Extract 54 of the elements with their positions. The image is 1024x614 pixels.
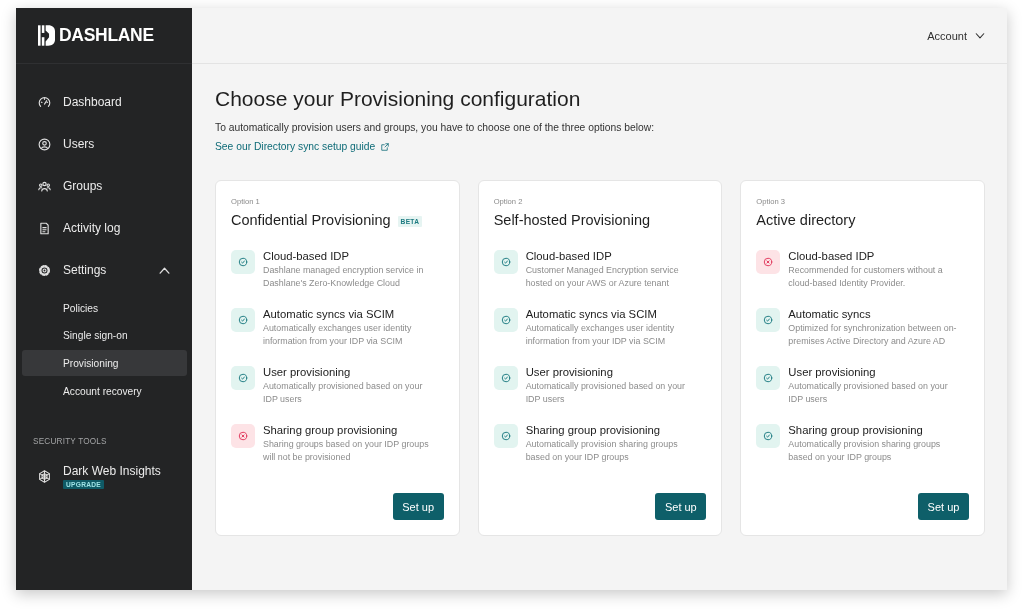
feature-description: Dashlane managed encryption service in Dashlane's Zero-Knowledge Cloud — [263, 264, 425, 290]
feature-description: Automatically provision sharing groups based on your IDP groups — [788, 438, 942, 464]
feature-title: Sharing group provisioning — [788, 423, 924, 438]
nav-item[interactable]: Settings — [16, 249, 192, 291]
feature-title: Cloud-based IDP — [263, 249, 351, 264]
set-up-button[interactable]: Set up — [392, 493, 444, 520]
feature-title: Cloud-based IDP — [525, 249, 613, 264]
brand-name: DASHLANE — [59, 25, 154, 46]
external-link-icon — [381, 143, 390, 151]
feature-description: Automatically exchanges user identity information from your IDP via SCIM — [525, 322, 676, 348]
gear-icon — [38, 263, 51, 277]
feature-description: Automatically provision sharing groups based on your IDP groups — [525, 438, 679, 464]
page-title: Choose your Provisioning configuration — [215, 86, 582, 112]
feature-description: Recommended for customers without a cloud-based Identity Provider. — [788, 264, 944, 290]
nav-item[interactable]: Groups — [16, 165, 192, 207]
intro-text: To automatically provision users and groups, you have to choose one of the three options below: — [215, 121, 656, 135]
submenu-item[interactable]: Provisioning — [22, 350, 187, 377]
submenu-item[interactable]: Policies — [22, 295, 187, 321]
logo-icon — [38, 25, 55, 46]
submenu-item[interactable]: Single sign-on — [22, 322, 187, 349]
set-up-button[interactable]: Set up — [918, 493, 969, 520]
feature-title: Sharing group provisioning — [525, 423, 662, 438]
section-heading: SECURITY TOOLS — [32, 436, 108, 446]
nav-item[interactable]: Users — [16, 123, 192, 165]
feature-description: Sharing groups based on your IDP groups will not be provisioned — [263, 438, 430, 464]
account-menu[interactable]: Account — [927, 25, 985, 46]
option-title: Confidential Provisioning — [231, 211, 391, 230]
feature-description: Customer Managed Encryption service hosted on your AWS or Azure tenant — [525, 264, 680, 290]
feature-description: Automatically exchanges user identity information from your IDP via SCIM — [263, 322, 413, 348]
feature-description: Automatically provisioned based on your IDP users — [263, 380, 424, 406]
feature-title: Automatic syncs via SCIM — [263, 307, 396, 322]
feature-title: User provisioning — [263, 365, 352, 380]
setup-guide-link[interactable]: See our Directory sync setup guide — [215, 139, 390, 155]
set-up-button[interactable]: Set up — [655, 493, 707, 520]
feature-title: Sharing group provisioning — [263, 423, 399, 438]
feature-title: Automatic syncs — [788, 307, 872, 322]
user-circle-icon — [38, 137, 51, 151]
feature-title: User provisioning — [525, 365, 614, 380]
nav-item[interactable]: Activity log — [16, 207, 192, 249]
option-title: Active directory — [756, 211, 856, 230]
feature-title: User provisioning — [788, 365, 877, 380]
chevron-down-icon — [975, 32, 985, 39]
option-title: Self-hosted Provisioning — [493, 211, 651, 230]
group-icon — [38, 179, 51, 193]
feature-description: Optimized for synchronization between on-premises Active Directory and Azure AD — [788, 322, 958, 348]
feature-title: Automatic syncs via SCIM — [525, 307, 658, 322]
nav-item[interactable]: Dashboard — [16, 81, 192, 123]
feature-description: Automatically provisioned based on your IDP users — [788, 380, 949, 406]
submenu-item[interactable]: Account recovery — [22, 378, 187, 405]
spiderweb-icon — [38, 469, 51, 483]
feature-description: Automatically provisioned based on your IDP users — [525, 380, 686, 406]
feature-title: Cloud-based IDP — [788, 249, 876, 264]
gauge-icon — [38, 95, 51, 109]
document-icon — [38, 221, 51, 235]
